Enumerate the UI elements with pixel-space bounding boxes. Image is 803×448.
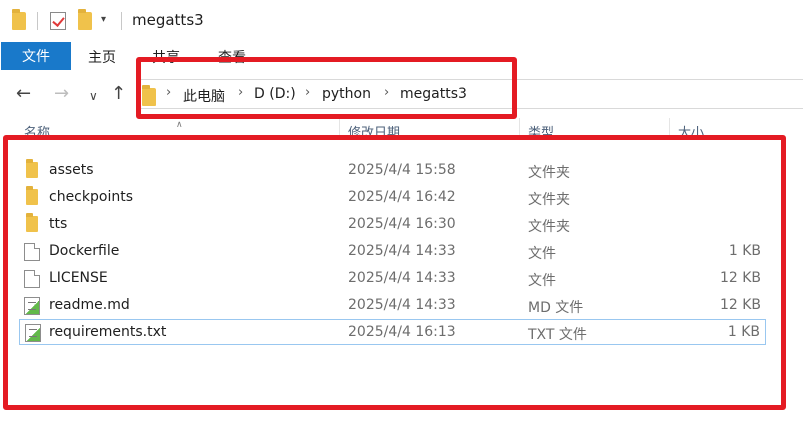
address-highlight-box (136, 57, 517, 119)
sort-caret-icon: ∧ (176, 120, 183, 130)
separator (121, 12, 122, 30)
title-bar: ▾ megatts3 (0, 0, 803, 42)
recent-locations-chevron-icon[interactable]: ∨ (89, 86, 98, 106)
folder-icon (12, 9, 26, 30)
back-arrow-icon[interactable]: ← (16, 84, 31, 104)
tab-home[interactable]: 主页 (88, 47, 116, 67)
forward-arrow-icon[interactable]: → (54, 84, 69, 104)
tab-file[interactable]: 文件 (1, 42, 71, 70)
properties-check-icon[interactable] (50, 12, 66, 30)
file-list-highlight-box (3, 135, 786, 410)
separator (37, 12, 38, 30)
window-title: megatts3 (132, 11, 204, 29)
new-folder-icon[interactable] (78, 9, 92, 30)
customize-toolbar-caret-icon[interactable]: ▾ (101, 14, 106, 25)
up-arrow-icon[interactable]: ↑ (111, 84, 126, 104)
